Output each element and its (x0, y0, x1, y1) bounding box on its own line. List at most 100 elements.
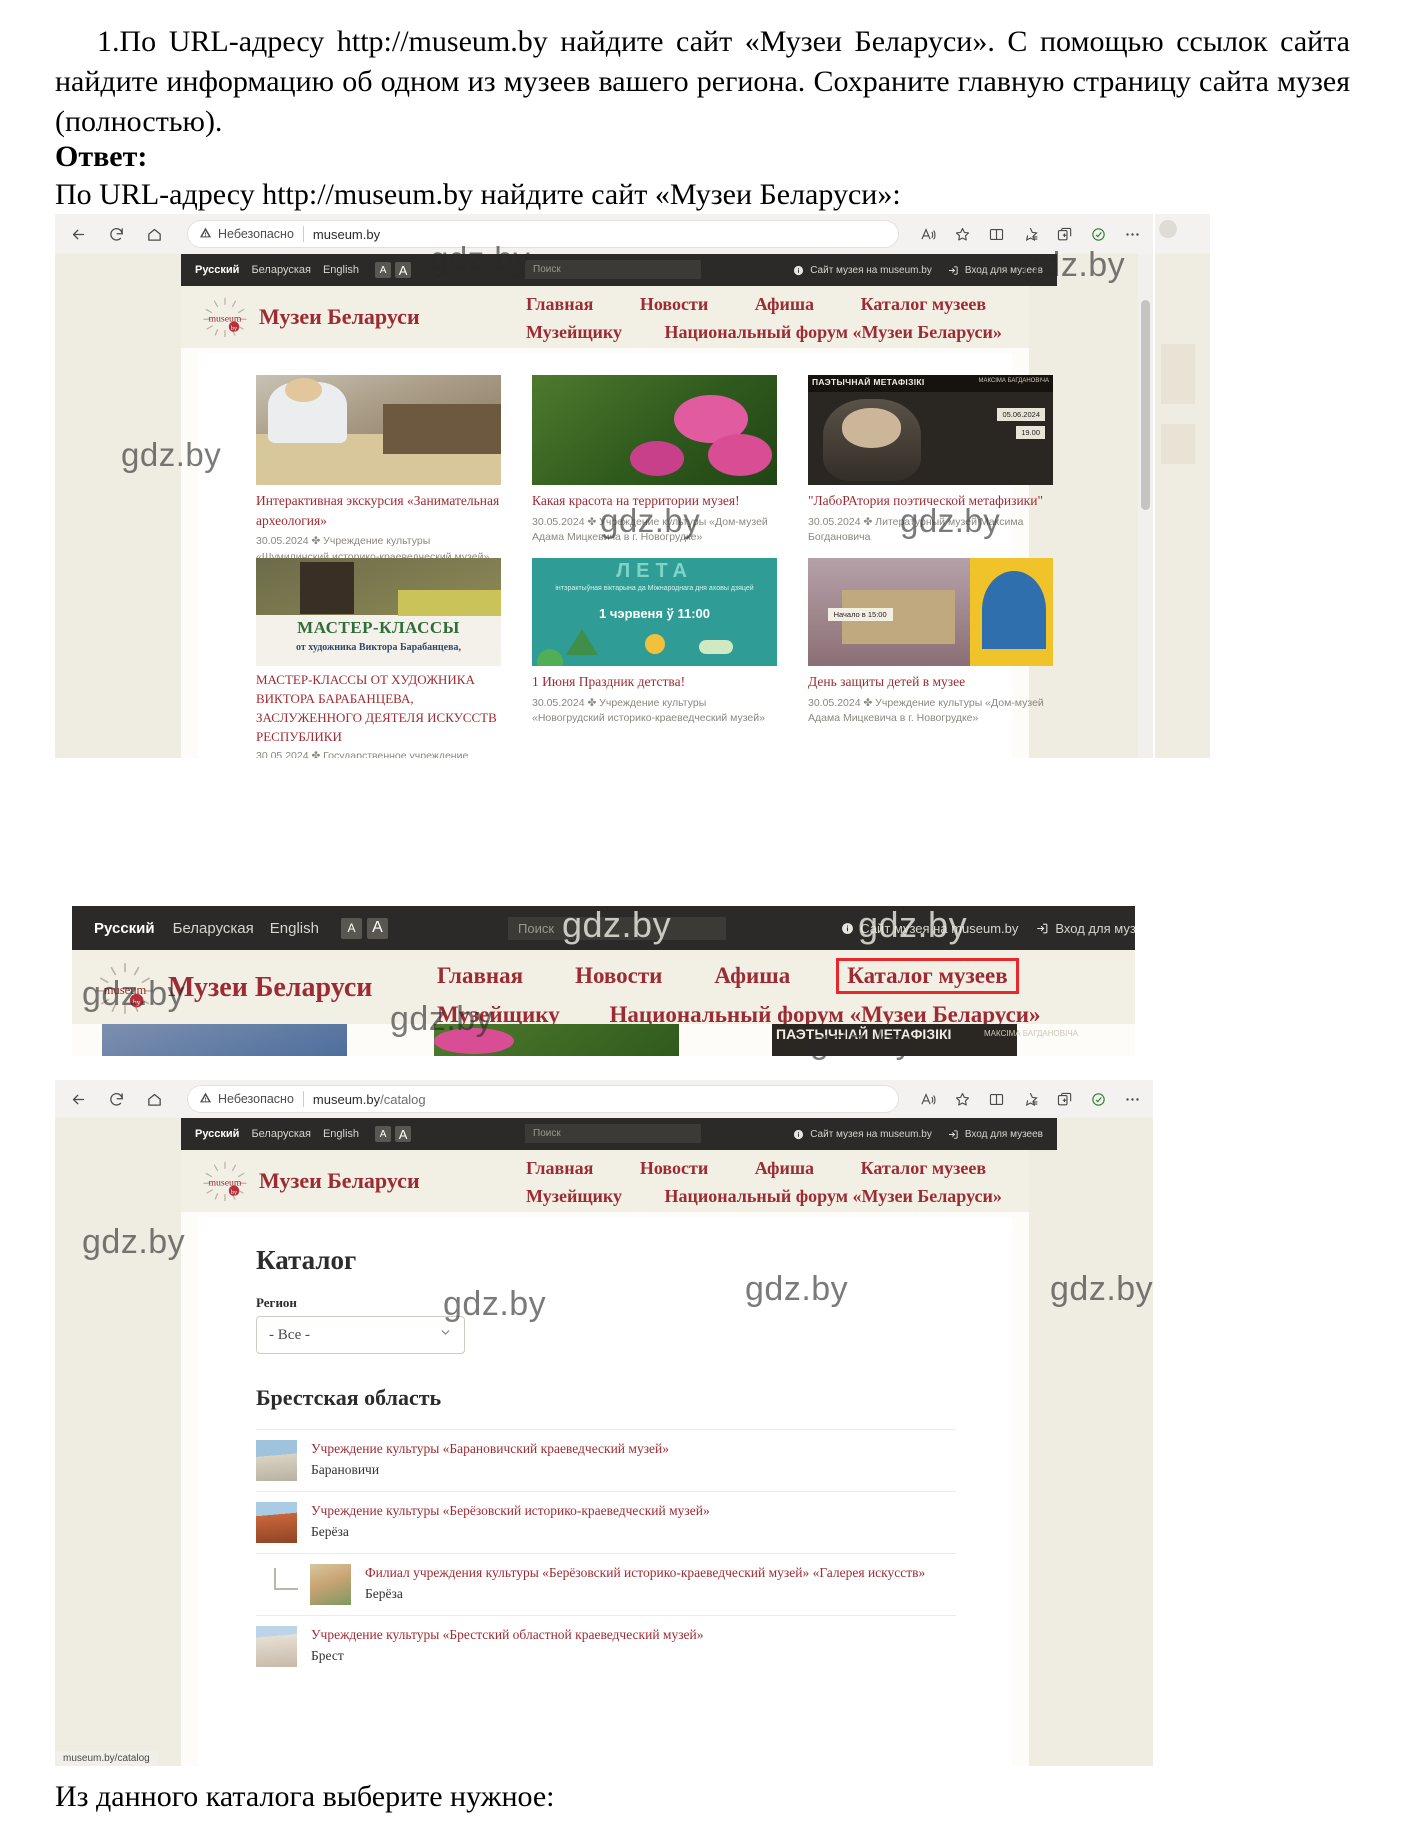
split-screen-icon[interactable] (981, 1084, 1011, 1114)
home-icon[interactable] (139, 219, 169, 249)
museum-site-link[interactable]: Сайт музея на museum.by (810, 1129, 932, 1140)
login-link[interactable]: Вход для музеев (965, 265, 1043, 276)
nav-glavnaya[interactable]: Главная (526, 294, 593, 314)
news-card[interactable]: Интерактивная экскурсия «Занимательная а… (256, 375, 501, 566)
news-card[interactable]: Какая красота на территории музея! 30.05… (532, 375, 777, 546)
more-options-icon[interactable] (1117, 219, 1147, 249)
home-content: Интерактивная экскурсия «Занимательная а… (198, 353, 1053, 758)
list-item[interactable]: Учреждение культуры «Барановичский краев… (256, 1429, 956, 1491)
site-security-indicator[interactable]: Небезопасно (199, 226, 294, 242)
search-input[interactable]: Поиск (508, 917, 726, 940)
extension-green-icon[interactable] (1083, 219, 1113, 249)
list-item[interactable]: Учреждение культуры «Берёзовский историк… (256, 1491, 956, 1553)
split-screen-icon[interactable] (981, 219, 1011, 249)
nav-novosti[interactable]: Новости (640, 1158, 708, 1178)
font-size-small-button[interactable]: A (375, 1126, 392, 1142)
site-brand[interactable]: museum by Музеи Беларуси (201, 296, 420, 338)
nav-muzeyshchiku[interactable]: Музейщику (526, 322, 622, 342)
star-icon[interactable] (947, 1084, 977, 1114)
site-security-indicator[interactable]: Небезопасно (199, 1091, 294, 1107)
address-bar[interactable]: Небезопасно museum.by (187, 220, 899, 248)
news-card[interactable]: ЛЕТА інтэрактыўная віктарына да Міжнарод… (532, 558, 777, 727)
news-card[interactable]: МАСТЕР-КЛАССЫ от художника Виктора Бараб… (256, 558, 501, 758)
search-input[interactable]: Поиск (525, 1124, 701, 1143)
lang-en[interactable]: English (323, 264, 359, 276)
nav-katalog-muzeev[interactable]: Каталог музеев (861, 294, 987, 314)
site-brand[interactable]: museum by Музеи Беларуси (94, 960, 372, 1016)
nav-nacionalnyj-forum[interactable]: Национальный форум «Музеи Беларуси» (665, 322, 1002, 342)
back-arrow-icon[interactable] (63, 219, 93, 249)
news-card[interactable]: Начало в 15:00 День защиты детей в музее… (808, 558, 1053, 727)
museum-site-link[interactable]: Сайт музея на museum.by (860, 921, 1018, 936)
security-label: Небезопасно (218, 1092, 294, 1106)
font-size-small-button[interactable]: A (375, 262, 392, 278)
card-title[interactable]: 1 Июня Праздник детства! (532, 672, 777, 692)
card-title[interactable]: День защиты детей в музее (808, 672, 1053, 692)
nav-nacionalnyj-forum[interactable]: Национальный форум «Музеи Беларуси» (665, 1186, 1002, 1206)
lang-ru[interactable]: Русский (94, 920, 155, 937)
login-link[interactable]: Вход для музеев (965, 1129, 1043, 1140)
read-aloud-icon[interactable] (913, 219, 943, 249)
nav-novosti[interactable]: Новости (640, 294, 708, 314)
reload-icon[interactable] (101, 1084, 131, 1114)
museum-name[interactable]: Учреждение культуры «Брестский областной… (311, 1626, 704, 1644)
sun-burst-logo-icon: museum by (201, 1160, 249, 1202)
home-icon[interactable] (139, 1084, 169, 1114)
lang-ru[interactable]: Русский (195, 1128, 239, 1140)
region-select-value: - Все - (269, 1326, 310, 1343)
answer-label: Ответ: (55, 140, 148, 173)
scrollbar-thumb[interactable] (1141, 300, 1150, 510)
nav-muzeyshchiku[interactable]: Музейщику (437, 1002, 560, 1024)
back-arrow-icon[interactable] (63, 1084, 93, 1114)
lang-en[interactable]: English (323, 1128, 359, 1140)
lang-be[interactable]: Беларуская (251, 1128, 311, 1140)
card-title[interactable]: Интерактивная экскурсия «Занимательная а… (256, 491, 501, 530)
collections-icon[interactable] (1015, 219, 1045, 249)
vertical-scrollbar[interactable] (1138, 254, 1153, 758)
extension-green-icon[interactable] (1083, 1084, 1113, 1114)
nav-katalog-muzeev[interactable]: Каталог музеев (861, 1158, 987, 1178)
nav-katalog-muzeev-highlighted[interactable]: Каталог музеев (836, 958, 1019, 994)
card-title[interactable]: Какая красота на территории музея! (532, 491, 777, 511)
collections-icon[interactable] (1015, 1084, 1045, 1114)
login-link[interactable]: Вход для музеев (1055, 921, 1135, 936)
search-input[interactable]: Поиск (525, 260, 701, 279)
site-topbar: Русский Беларуская English A A Поиск Сай… (72, 906, 1135, 950)
nav-glavnaya[interactable]: Главная (526, 1158, 593, 1178)
card-title[interactable]: "ЛабоРАтория поэтической метафизики" (808, 491, 1053, 511)
museum-site-link[interactable]: Сайт музея на museum.by (810, 265, 932, 276)
lang-en[interactable]: English (270, 920, 319, 937)
museum-name[interactable]: Филиал учреждения культуры «Берёзовский … (365, 1564, 925, 1582)
site-brand[interactable]: museum by Музеи Беларуси (201, 1160, 420, 1202)
lang-be[interactable]: Беларуская (173, 920, 254, 937)
nav-afisha[interactable]: Афиша (714, 963, 790, 989)
news-card[interactable]: ПАЭТЫЧНАЙ МЕТАФІЗІКІ МАКСІМА БАГДАНОВІЧА… (808, 375, 1053, 546)
lang-be[interactable]: Беларуская (251, 264, 311, 276)
more-options-icon[interactable] (1117, 1084, 1147, 1114)
url-text: museum.by (312, 226, 381, 242)
star-icon[interactable] (947, 219, 977, 249)
museum-name[interactable]: Учреждение культуры «Берёзовский историк… (311, 1502, 710, 1520)
museum-name[interactable]: Учреждение культуры «Барановичский краев… (311, 1440, 669, 1458)
address-bar[interactable]: Небезопасно museum.by/catalog (187, 1085, 899, 1113)
url-text: museum.by/catalog (313, 1092, 426, 1107)
nav-afisha[interactable]: Афиша (755, 294, 814, 314)
read-aloud-icon[interactable] (913, 1084, 943, 1114)
region-select[interactable]: - Все - (256, 1316, 465, 1354)
nav-novosti[interactable]: Новости (575, 963, 662, 989)
lang-ru[interactable]: Русский (195, 264, 239, 276)
browser-essentials-icon[interactable] (1049, 219, 1079, 249)
nav-glavnaya[interactable]: Главная (437, 963, 523, 989)
nav-muzeyshchiku[interactable]: Музейщику (526, 1186, 622, 1206)
list-item-branch[interactable]: Филиал учреждения культуры «Берёзовский … (256, 1553, 956, 1615)
card-title[interactable]: МАСТЕР-КЛАССЫ ОТ ХУДОЖНИКА ВИКТОРА БАРАБ… (256, 671, 501, 746)
list-item[interactable]: Учреждение культуры «Брестский областной… (256, 1615, 956, 1677)
font-size-large-button[interactable]: A (366, 917, 388, 939)
nav-afisha[interactable]: Афиша (755, 1158, 814, 1178)
font-size-small-button[interactable]: A (340, 917, 362, 939)
nav-nacionalnyj-forum[interactable]: Национальный форум «Музеи Беларуси» (609, 1002, 1040, 1024)
font-size-large-button[interactable]: A (395, 262, 412, 278)
reload-icon[interactable] (101, 219, 131, 249)
font-size-large-button[interactable]: A (395, 1126, 412, 1142)
browser-essentials-icon[interactable] (1049, 1084, 1079, 1114)
